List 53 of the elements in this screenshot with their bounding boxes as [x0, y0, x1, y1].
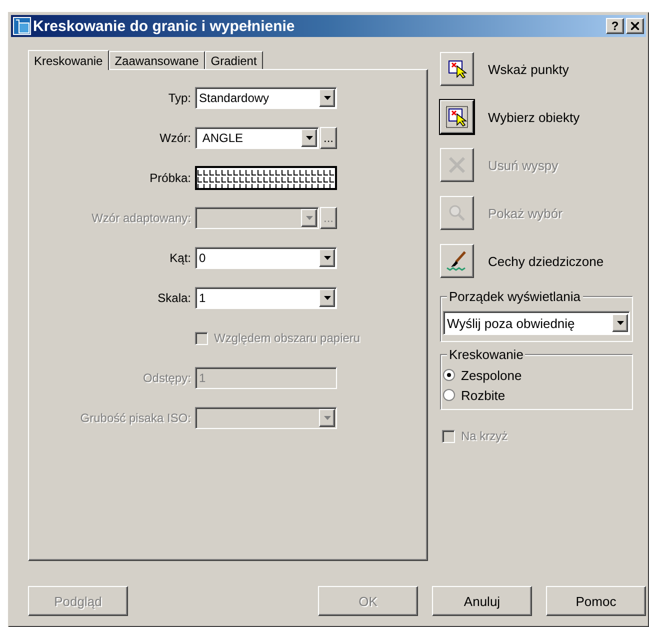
tab[interactable]: Gradient — [204, 51, 263, 69]
radio-label: Rozbite — [461, 388, 506, 402]
field-label: Odstępy: — [142, 371, 192, 385]
action-label: Wybierz obiekty — [488, 110, 580, 124]
radio-label: Zespolone — [461, 368, 522, 382]
group-title: Kreskowanie — [447, 347, 526, 362]
tab[interactable]: Zaawansowane — [108, 51, 205, 69]
field-label: Próbka: — [148, 171, 192, 185]
tool-button[interactable] — [440, 244, 474, 278]
help-button[interactable]: ? — [606, 18, 624, 34]
browse-button[interactable]: ... — [320, 127, 337, 149]
dropdown-arrow-icon — [324, 416, 330, 420]
app-icon — [13, 17, 31, 35]
checkbox-label: Względem obszaru papieru — [214, 331, 360, 345]
magnifier-icon — [447, 203, 467, 223]
window-title: Kreskowanie do granic i wypełnienie — [33, 18, 296, 34]
dropdown-arrow-icon — [324, 256, 330, 260]
tool-button[interactable] — [440, 100, 474, 134]
dropdown[interactable]: ANGLE — [195, 127, 319, 149]
tool-button[interactable] — [440, 52, 474, 86]
dropdown[interactable]: Standardowy — [195, 87, 337, 109]
field-label: Typ: — [167, 91, 192, 105]
action-label: Usuń wyspy — [488, 158, 558, 172]
dropdown-arrow-icon — [306, 136, 312, 140]
field-label: Wzór: — [158, 131, 192, 145]
cursor-window-icon — [446, 58, 468, 80]
close-icon — [631, 22, 639, 30]
group-title: Porządek wyświetlania — [447, 289, 583, 304]
radio-button[interactable] — [443, 369, 455, 381]
action-label: Pokaż wybór — [488, 206, 562, 220]
dropdown-arrow-icon — [616, 321, 624, 325]
checkbox-label: Na krzyż — [461, 429, 508, 443]
cursor-window-icon — [446, 106, 468, 128]
action-label: Cechy dziedziczone — [488, 254, 604, 268]
tab[interactable]: Kreskowanie — [28, 50, 109, 70]
pattern-preview[interactable] — [195, 166, 337, 190]
radio-button[interactable] — [443, 389, 455, 401]
cross-icon — [447, 155, 467, 175]
dropdown[interactable]: Wyślij poza obwiednię — [443, 311, 630, 335]
field-label: Skala: — [156, 291, 192, 305]
dropdown-arrow-icon — [306, 216, 312, 220]
action-label: Wskaż punkty — [488, 62, 569, 76]
field-label: Kąt: — [168, 251, 192, 265]
dialog-button[interactable]: Anuluj — [432, 586, 532, 616]
dropdown[interactable]: 1 — [195, 287, 337, 309]
close-button[interactable] — [626, 18, 644, 34]
dialog-button[interactable]: Pomoc — [546, 586, 646, 616]
brush-icon — [446, 250, 468, 272]
dropdown[interactable]: 0 — [195, 247, 337, 269]
field-label: Grubość pisaka ISO: — [79, 411, 192, 425]
dropdown-arrow-icon — [324, 296, 330, 300]
dropdown-arrow-icon — [324, 96, 330, 100]
field-label: Wzór adaptowany: — [90, 211, 192, 225]
